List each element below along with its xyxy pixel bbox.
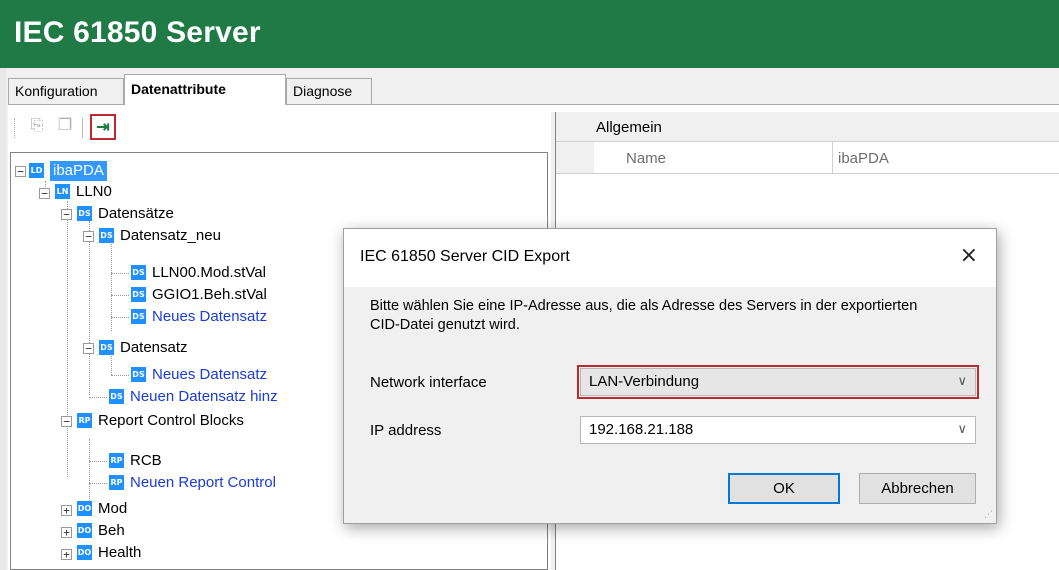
tree-node-rcb[interactable]: RP RCB xyxy=(109,451,162,471)
tree-node-new-dataset-2[interactable]: DS Neues Datensatz xyxy=(131,365,267,385)
tree-node-label: Neuen Datensatz hinz xyxy=(130,388,278,405)
cid-export-dialog: IEC 61850 Server CID Export × Bitte wähl… xyxy=(343,228,997,524)
ok-button[interactable]: OK xyxy=(728,473,840,504)
collapse-toggle-icon[interactable]: − xyxy=(39,188,50,199)
tree-node-beh[interactable]: DO Beh xyxy=(77,521,125,541)
tree-node-label: LLN0 xyxy=(76,183,112,200)
close-icon[interactable]: × xyxy=(960,243,978,268)
ds-icon: DS xyxy=(99,228,114,243)
property-group-label: Allgemein xyxy=(596,119,662,136)
tree-node-label: Neues Datensatz xyxy=(152,308,268,325)
chevron-down-icon: ∨ xyxy=(957,374,967,389)
tree-node-add-report-control[interactable]: RP Neuen Report Control xyxy=(109,473,276,493)
tree-node-label: Health xyxy=(98,544,142,561)
app-title-bar: IEC 61850 Server xyxy=(0,0,1059,68)
tree-node-new-dataset-1[interactable]: DS Neues Datensatz xyxy=(131,307,267,327)
tree-node-ibapda[interactable]: LD ibaPDA xyxy=(29,161,107,181)
property-row-name[interactable]: Name ibaPDA xyxy=(594,142,1059,174)
tree-node-datensatz[interactable]: DS Datensatz xyxy=(99,338,188,358)
app-title: IEC 61850 Server xyxy=(14,16,261,49)
property-value: ibaPDA xyxy=(838,150,889,167)
property-group-header[interactable]: Allgemein xyxy=(556,112,1059,142)
ds-icon: DS xyxy=(131,265,146,280)
collapse-toggle-icon[interactable]: − xyxy=(15,166,26,177)
tree-node-label: Neues Datensatz xyxy=(152,366,268,383)
tree-node-label: Datensatz xyxy=(120,339,188,356)
property-key: Name xyxy=(626,150,667,167)
tree-node-label: Datensatz_neu xyxy=(120,227,221,244)
do-icon: DO xyxy=(77,523,92,538)
do-icon: DO xyxy=(77,545,92,560)
tree-node-label: ibaPDA xyxy=(50,161,107,181)
tree-node-add-dataset[interactable]: DS Neuen Datensatz hinz xyxy=(109,387,278,407)
collapse-toggle-icon[interactable]: − xyxy=(83,343,94,354)
ds-icon: DS xyxy=(131,309,146,324)
tab-diagnose[interactable]: Diagnose xyxy=(286,78,372,104)
ip-address-label: IP address xyxy=(370,422,442,439)
tree-node-ggio1-beh[interactable]: DS GGIO1.Beh.stVal xyxy=(131,285,267,305)
tree-node-health[interactable]: DO Health xyxy=(77,543,141,563)
tab-datenattribute[interactable]: Datenattribute xyxy=(124,74,286,105)
ip-address-value: 192.168.21.188 xyxy=(589,421,694,438)
dialog-title-bar: IEC 61850 Server CID Export × xyxy=(344,229,996,287)
expand-toggle-icon[interactable]: + xyxy=(61,505,72,516)
ip-address-select[interactable]: 192.168.21.188 ∨ xyxy=(580,416,976,444)
ds-icon: DS xyxy=(131,287,146,302)
tree-node-mod[interactable]: DO Mod xyxy=(77,499,127,519)
tree-node-label: Report Control Blocks xyxy=(98,412,244,429)
toolbar-grip xyxy=(14,118,17,138)
network-interface-value: LAN-Verbindung xyxy=(589,373,700,390)
dialog-title: IEC 61850 Server CID Export xyxy=(360,248,570,265)
ds-icon: DS xyxy=(131,367,146,382)
tree-node-label: Datensätze xyxy=(98,205,174,222)
network-interface-label: Network interface xyxy=(370,374,487,391)
copy-icon[interactable]: ⎘ xyxy=(24,114,50,140)
tree-node-lln0[interactable]: LN LLN0 xyxy=(55,182,112,202)
collapse-toggle-icon[interactable]: − xyxy=(61,209,72,220)
export-icon[interactable]: ⇥ xyxy=(90,114,116,140)
tree-node-label: LLN00.Mod.stVal xyxy=(152,264,266,281)
resize-grip-icon[interactable]: ⋰ xyxy=(984,510,993,520)
tree-node-lln00-mod[interactable]: DS LLN00.Mod.stVal xyxy=(131,263,266,283)
tree-node-label: Beh xyxy=(98,522,125,539)
tree-node-label: RCB xyxy=(130,452,162,469)
property-margin xyxy=(556,142,594,174)
rp-icon: RP xyxy=(109,453,124,468)
dialog-message: Bitte wählen Sie eine IP-Adresse aus, di… xyxy=(370,298,918,333)
tree-node-report-control-blocks[interactable]: RP Report Control Blocks xyxy=(77,411,244,431)
tree-node-datensaetze[interactable]: DS Datensätze xyxy=(77,204,174,224)
tree-node-label: Mod xyxy=(98,500,128,517)
cancel-button[interactable]: Abbrechen xyxy=(859,473,976,504)
ds-icon: DS xyxy=(99,340,114,355)
toolbar-separator xyxy=(82,118,83,138)
tree-node-label: GGIO1.Beh.stVal xyxy=(152,286,267,303)
ld-icon: LD xyxy=(29,163,44,178)
ds-icon: DS xyxy=(109,389,124,404)
rp-icon: RP xyxy=(77,413,92,428)
ln-icon: LN xyxy=(55,184,70,199)
tree-node-datensatz-neu[interactable]: DS Datensatz_neu xyxy=(99,226,221,246)
chevron-down-icon: ∨ xyxy=(957,422,967,437)
expand-toggle-icon[interactable]: + xyxy=(61,527,72,538)
paste-icon[interactable]: ❐ xyxy=(52,114,78,140)
collapse-toggle-icon[interactable]: − xyxy=(61,416,72,427)
ds-icon: DS xyxy=(77,206,92,221)
tree-node-label: Neuen Report Control xyxy=(130,474,276,491)
property-divider xyxy=(832,142,833,174)
collapse-toggle-icon[interactable]: − xyxy=(83,231,94,242)
rp-icon: RP xyxy=(109,475,124,490)
do-icon: DO xyxy=(77,501,92,516)
expand-toggle-icon[interactable]: + xyxy=(61,549,72,560)
tab-konfiguration[interactable]: Konfiguration xyxy=(8,78,124,104)
network-interface-select[interactable]: LAN-Verbindung ∨ xyxy=(577,365,979,399)
